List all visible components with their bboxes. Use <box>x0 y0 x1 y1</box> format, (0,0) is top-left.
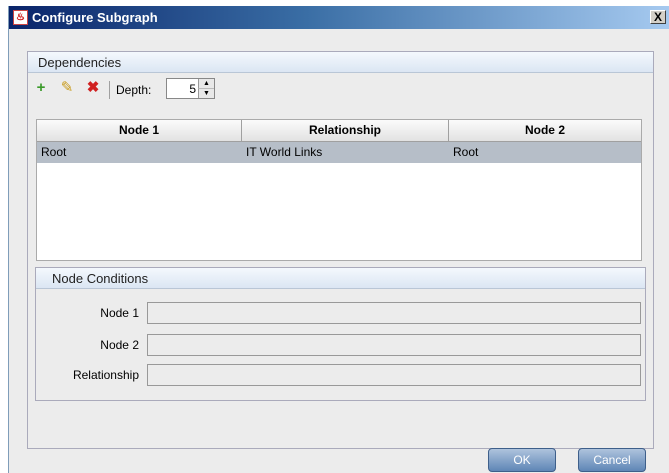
relationship-row: Relationship <box>36 364 645 388</box>
node-2-row: Node 2 <box>36 334 645 358</box>
window-title: Configure Subgraph <box>32 10 158 25</box>
close-button[interactable]: X <box>650 10 666 24</box>
depth-label: Depth: <box>116 83 152 97</box>
cell-relationship[interactable]: IT World Links <box>242 142 449 163</box>
column-header-node-1[interactable]: Node 1 <box>37 120 242 141</box>
spinner-down-icon[interactable]: ▼ <box>198 89 214 98</box>
cancel-button[interactable]: Cancel <box>578 448 646 472</box>
java-app-icon: ♨ <box>13 10 28 25</box>
dependencies-toolbar: + ✎ ✖ Depth: 5 ▲ ▼ <box>28 73 653 105</box>
cell-node-2[interactable]: Root <box>449 142 641 163</box>
relationship-field[interactable] <box>147 364 641 386</box>
depth-value[interactable]: 5 <box>189 82 196 96</box>
relationship-label: Relationship <box>72 368 139 382</box>
dependencies-title: Dependencies <box>38 55 122 70</box>
edit-icon[interactable]: ✎ <box>58 79 76 97</box>
spinner-up-icon[interactable]: ▲ <box>198 79 214 89</box>
node-1-row: Node 1 <box>36 302 645 326</box>
node-conditions-title: Node Conditions <box>52 271 149 286</box>
node-conditions-header: Node Conditions <box>36 268 645 289</box>
ok-button[interactable]: OK <box>488 448 556 472</box>
delete-icon[interactable]: ✖ <box>84 79 102 97</box>
node-2-field[interactable] <box>147 334 641 356</box>
title-bar: ♨ Configure Subgraph X <box>9 6 669 29</box>
table-row[interactable]: Root IT World Links Root <box>37 142 641 163</box>
column-header-node-2[interactable]: Node 2 <box>449 120 641 141</box>
dependencies-table: Node 1 Relationship Node 2 Root IT World… <box>36 119 642 261</box>
node-1-label: Node 1 <box>100 306 139 320</box>
table-header: Node 1 Relationship Node 2 <box>37 120 641 142</box>
column-header-relationship[interactable]: Relationship <box>242 120 449 141</box>
depth-spinner[interactable]: 5 ▲ ▼ <box>166 78 215 99</box>
node-conditions-panel: Node Conditions Node 1 Node 2 Relationsh… <box>35 267 646 401</box>
toolbar-separator <box>109 81 110 99</box>
dependencies-header: Dependencies <box>28 52 653 73</box>
cell-node-1[interactable]: Root <box>37 142 242 163</box>
node-2-label: Node 2 <box>100 338 139 352</box>
add-icon[interactable]: + <box>32 79 50 97</box>
node-1-field[interactable] <box>147 302 641 324</box>
